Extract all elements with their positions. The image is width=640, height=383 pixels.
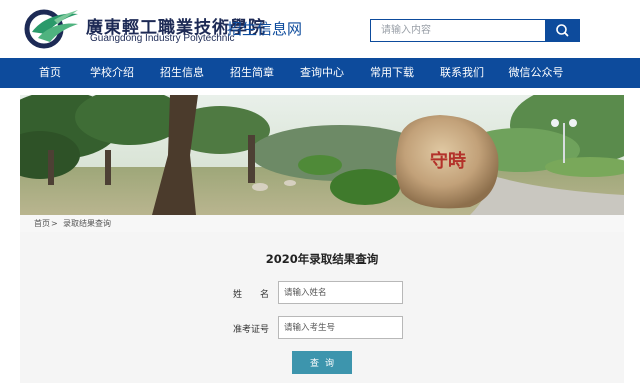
name-label: 姓 名 <box>233 290 270 300</box>
site-title[interactable]: 招生信息网 <box>227 18 302 39</box>
search-input[interactable] <box>370 19 546 42</box>
breadcrumb-current: 录取结果查询 <box>63 219 111 228</box>
campus-banner-image: 守時 <box>20 95 624 215</box>
campus-banner: 守時 <box>20 95 624 215</box>
site-header: 廣東輕工職業技術學院 Guangdong Industry Polytechni… <box>0 0 640 58</box>
nav-item-admission-brochure[interactable]: 招生简章 <box>228 58 276 88</box>
exam-id-input[interactable] <box>278 316 403 339</box>
search-button[interactable] <box>545 19 580 42</box>
rock-inscription: 守時 <box>430 150 466 172</box>
name-input[interactable] <box>278 281 403 304</box>
query-button[interactable]: 查询 <box>292 351 352 374</box>
search-box <box>370 19 580 42</box>
nav-item-home[interactable]: 首页 <box>36 58 64 88</box>
query-form-panel: 2020年录取结果查询 姓 名 准考证号 查询 <box>20 232 624 383</box>
nav-item-school-intro[interactable]: 学校介绍 <box>88 58 136 88</box>
form-title: 2020年录取结果查询 <box>265 252 379 266</box>
nav-item-wechat[interactable]: 微信公众号 <box>506 58 566 88</box>
nav-item-admission-info[interactable]: 招生信息 <box>158 58 206 88</box>
nav-item-query-center[interactable]: 查询中心 <box>298 58 346 88</box>
breadcrumb: 首页 > 录取结果查询 <box>20 215 624 232</box>
school-name-en: Guangdong Industry Polytechnic <box>90 33 235 44</box>
nav-item-downloads[interactable]: 常用下载 <box>368 58 416 88</box>
main-nav: 首页 学校介绍 招生信息 招生简章 查询中心 常用下载 联系我们 微信公众号 <box>0 58 640 88</box>
exam-id-label: 准考证号 <box>233 325 270 335</box>
school-logo-icon[interactable] <box>24 8 80 50</box>
breadcrumb-separator: > <box>51 219 58 228</box>
nav-item-contact[interactable]: 联系我们 <box>438 58 486 88</box>
search-icon <box>556 24 569 37</box>
breadcrumb-home[interactable]: 首页 <box>34 215 50 232</box>
